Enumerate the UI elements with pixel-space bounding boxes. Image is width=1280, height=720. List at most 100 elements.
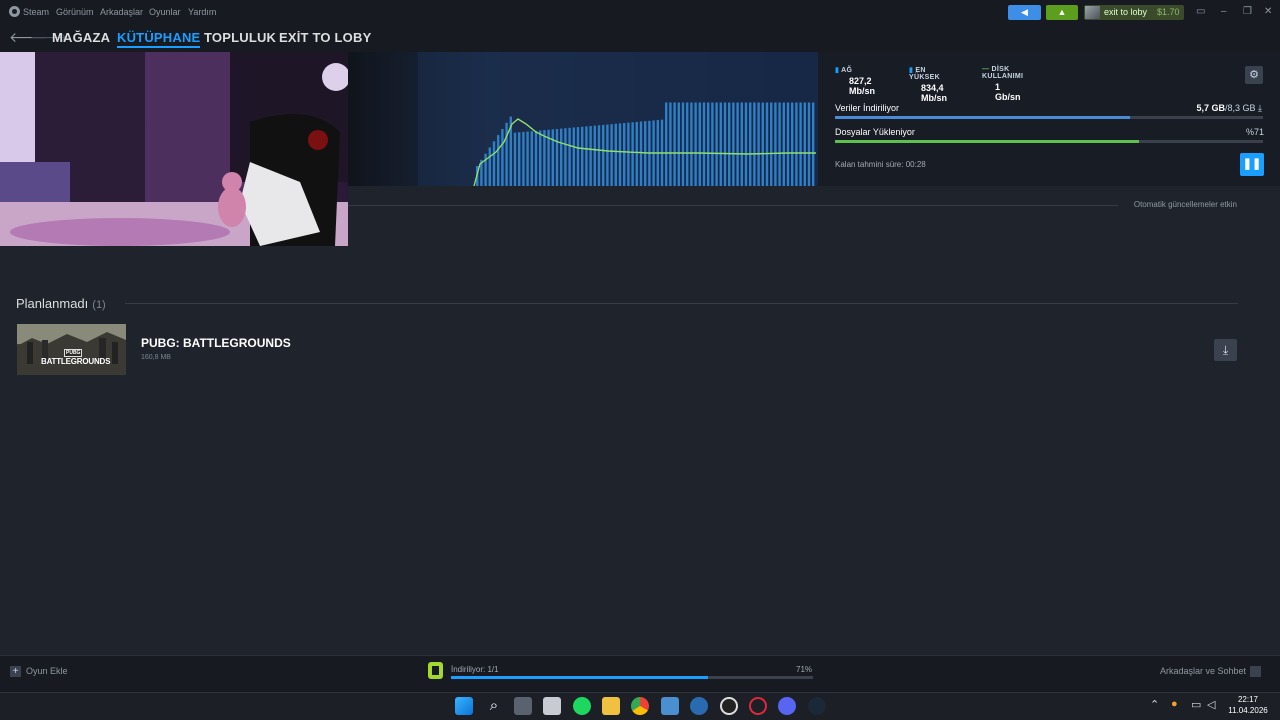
graph-bar-3 xyxy=(488,147,491,186)
graph-bar-34 xyxy=(618,123,622,186)
volume-icon[interactable]: ◁ xyxy=(1207,698,1215,711)
task-view-icon[interactable] xyxy=(514,697,532,715)
download-icon: ⤓ xyxy=(1258,103,1262,113)
graph-bar-71 xyxy=(774,102,777,186)
graph-bar-79 xyxy=(807,102,811,186)
graph-bar-67 xyxy=(757,102,760,186)
graph-bar-77 xyxy=(799,102,802,186)
webcam-overlay xyxy=(0,52,348,246)
menu-games[interactable]: Oyunlar xyxy=(149,7,181,17)
app-icon[interactable] xyxy=(661,697,679,715)
stat-peak-value: 834,4 Mb/sn xyxy=(921,83,947,103)
add-game-button[interactable]: + Oyun Ekle xyxy=(10,666,68,677)
network-icon[interactable]: ▭ xyxy=(1191,698,1201,711)
graph-bar-15 xyxy=(539,130,542,186)
graph-bar-51 xyxy=(690,102,693,186)
obs-icon[interactable] xyxy=(720,697,738,715)
graph-bar-57 xyxy=(715,102,718,186)
pause-button[interactable]: ❚❚ xyxy=(1240,153,1264,176)
graph-bar-4 xyxy=(492,141,496,186)
graph-bar-73 xyxy=(782,102,785,186)
graph-bar-63 xyxy=(740,102,743,186)
graph-bar-47 xyxy=(673,102,676,186)
steam-icon[interactable] xyxy=(808,697,826,715)
megaphone-icon: ◀︎ xyxy=(1021,7,1028,17)
store-icon[interactable] xyxy=(543,697,561,715)
graph-bar-10 xyxy=(518,132,521,186)
graph-bar-27 xyxy=(589,125,592,186)
user-menu[interactable]: exit to loby $1.70 xyxy=(1084,5,1184,20)
downloads-status-text[interactable]: İndiriliyor: 1/1 xyxy=(451,665,499,674)
clock-time: 22:17 xyxy=(1237,695,1259,704)
installing-percent: %71 xyxy=(1245,127,1264,137)
menu-bar: Steam Görünüm Arkadaşlar Oyunlar Yardım … xyxy=(0,0,1280,24)
graph-bar-9 xyxy=(513,132,517,186)
graph-bar-53 xyxy=(698,102,701,186)
close-icon[interactable]: ✕ xyxy=(1264,6,1272,17)
start-icon[interactable] xyxy=(455,697,473,715)
clock[interactable]: 22:17 11.04.2026 xyxy=(1226,694,1270,716)
spotify-icon[interactable] xyxy=(573,697,591,715)
line-icon: — xyxy=(982,66,992,73)
downloading-size: 5,7 GB/8,3 GB ⤓ xyxy=(1150,103,1262,114)
steam-logo-icon xyxy=(9,6,20,17)
menu-friends[interactable]: Arkadaşlar xyxy=(100,7,143,17)
installing-progress xyxy=(835,140,1263,143)
graph-bar-35 xyxy=(623,123,626,186)
opera-icon[interactable] xyxy=(749,697,767,715)
search-icon[interactable]: ⌕ xyxy=(485,697,503,715)
menu-help[interactable]: Yardım xyxy=(188,7,216,17)
stat-disk: — DİSK KULLANIMI 1 Gb/sn xyxy=(982,66,1023,102)
network-graph xyxy=(348,52,818,186)
plus-icon: + xyxy=(10,666,21,677)
stat-network-label: AĞ xyxy=(841,67,853,74)
graph-bar-38 xyxy=(635,121,638,186)
graph-bar-22 xyxy=(568,127,571,186)
graph-bar-72 xyxy=(778,102,781,186)
downloads-status-icon[interactable] xyxy=(428,662,443,679)
nav-library[interactable]: KÜTÜPHANE xyxy=(117,30,201,48)
graph-bar-55 xyxy=(707,102,710,186)
friends-chat-button[interactable]: Arkadaşlar ve Sohbet xyxy=(1160,666,1262,678)
graph-bar-21 xyxy=(564,128,567,186)
chat-icon xyxy=(1250,666,1262,678)
nav-store[interactable]: MAĞAZA xyxy=(52,30,110,45)
nav-community[interactable]: TOPLULUK xyxy=(204,30,276,45)
notifications-button[interactable]: ▲ xyxy=(1046,5,1078,20)
graph-bar-19 xyxy=(555,128,559,186)
microphone-icon[interactable]: ● xyxy=(1171,698,1178,710)
chrome-icon[interactable] xyxy=(631,697,649,715)
file-explorer-icon[interactable] xyxy=(602,697,620,715)
graph-bar-24 xyxy=(576,127,580,186)
maximize-icon[interactable]: ❐ xyxy=(1243,6,1252,17)
nav-profile[interactable]: EXİT TO LOBY xyxy=(279,30,371,45)
game-name[interactable]: PUBG: BATTLEGROUNDS xyxy=(141,336,291,350)
downloading-done: 5,7 GB xyxy=(1196,103,1225,113)
graph-bar-76 xyxy=(795,102,798,186)
graph-bar-7 xyxy=(505,122,508,186)
menu-steam[interactable]: Steam xyxy=(23,7,49,17)
graph-bar-25 xyxy=(581,126,584,186)
chevron-up-icon[interactable]: ⌃ xyxy=(1150,698,1159,711)
gear-icon: ⚙ xyxy=(1249,69,1259,81)
big-picture-icon[interactable]: ▭ xyxy=(1196,6,1205,17)
gamebar-icon[interactable] xyxy=(690,697,708,715)
download-settings-button[interactable]: ⚙ xyxy=(1245,66,1263,84)
discord-icon[interactable] xyxy=(778,697,796,715)
graph-bar-46 xyxy=(669,102,672,186)
divider xyxy=(348,205,1118,206)
download-game-button[interactable]: ⤓ xyxy=(1214,339,1237,361)
eta-text: Kalan tahmini süre: 00:28 xyxy=(835,160,926,169)
graph-bar-37 xyxy=(631,122,634,186)
game-card-logo: BATTLEGROUNDS xyxy=(41,357,111,366)
section-title-text: Planlanmadı xyxy=(16,296,89,311)
graph-bar-6 xyxy=(501,128,504,186)
menu-view[interactable]: Görünüm xyxy=(56,7,94,17)
graph-bar-80 xyxy=(812,102,815,186)
graph-bar-12 xyxy=(526,131,529,186)
minimize-icon[interactable]: – xyxy=(1221,6,1227,17)
graph-bar-52 xyxy=(694,102,697,186)
announcements-button[interactable]: ◀︎ xyxy=(1008,5,1041,20)
game-thumbnail[interactable]: PUBG BATTLEGROUNDS xyxy=(17,324,126,375)
stat-network: ▮ AĞ 827,2 Mb/sn xyxy=(835,66,875,96)
